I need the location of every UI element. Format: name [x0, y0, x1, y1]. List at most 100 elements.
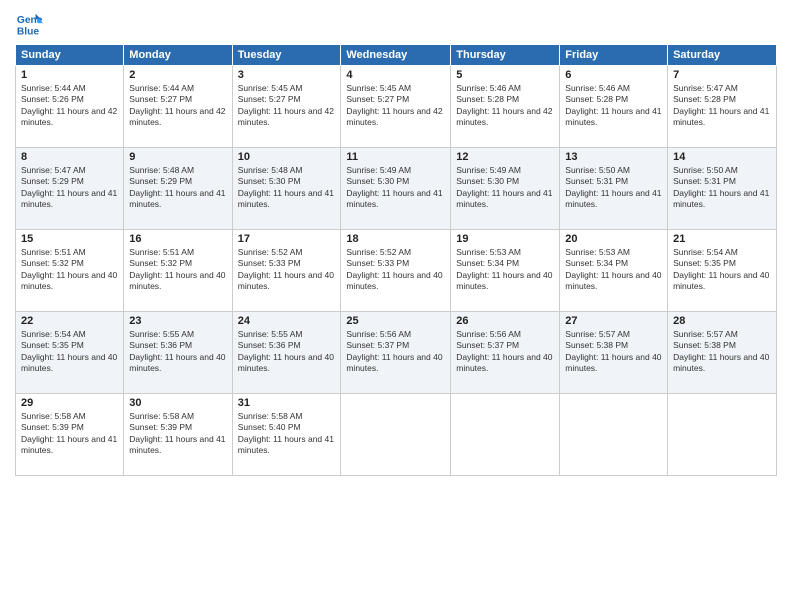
day-number: 21 [673, 233, 771, 245]
day-number: 19 [456, 233, 554, 245]
calendar-cell: 19 Sunrise: 5:53 AM Sunset: 5:34 PM Dayl… [451, 230, 560, 312]
logo-icon: General Blue [15, 10, 43, 38]
calendar-cell: 9 Sunrise: 5:48 AM Sunset: 5:29 PM Dayli… [124, 148, 232, 230]
day-number: 16 [129, 233, 226, 245]
day-info: Sunrise: 5:53 AM Sunset: 5:34 PM Dayligh… [565, 247, 662, 293]
day-info: Sunrise: 5:54 AM Sunset: 5:35 PM Dayligh… [673, 247, 771, 293]
day-info: Sunrise: 5:50 AM Sunset: 5:31 PM Dayligh… [673, 165, 771, 211]
calendar-cell: 1 Sunrise: 5:44 AM Sunset: 5:26 PM Dayli… [16, 66, 124, 148]
calendar-cell: 5 Sunrise: 5:46 AM Sunset: 5:28 PM Dayli… [451, 66, 560, 148]
day-number: 25 [346, 315, 445, 327]
day-info: Sunrise: 5:46 AM Sunset: 5:28 PM Dayligh… [456, 83, 554, 129]
day-number: 10 [238, 151, 336, 163]
calendar-cell: 20 Sunrise: 5:53 AM Sunset: 5:34 PM Dayl… [560, 230, 668, 312]
day-info: Sunrise: 5:53 AM Sunset: 5:34 PM Dayligh… [456, 247, 554, 293]
day-info: Sunrise: 5:55 AM Sunset: 5:36 PM Dayligh… [238, 329, 336, 375]
day-number: 5 [456, 69, 554, 81]
day-number: 31 [238, 397, 336, 409]
calendar-cell [668, 394, 777, 476]
day-info: Sunrise: 5:48 AM Sunset: 5:29 PM Dayligh… [129, 165, 226, 211]
day-number: 29 [21, 397, 118, 409]
day-number: 27 [565, 315, 662, 327]
calendar-cell [341, 394, 451, 476]
day-header-saturday: Saturday [668, 45, 777, 66]
calendar-cell: 12 Sunrise: 5:49 AM Sunset: 5:30 PM Dayl… [451, 148, 560, 230]
day-header-wednesday: Wednesday [341, 45, 451, 66]
calendar: SundayMondayTuesdayWednesdayThursdayFrid… [15, 44, 777, 476]
day-info: Sunrise: 5:58 AM Sunset: 5:39 PM Dayligh… [21, 411, 118, 457]
calendar-cell: 26 Sunrise: 5:56 AM Sunset: 5:37 PM Dayl… [451, 312, 560, 394]
calendar-cell: 14 Sunrise: 5:50 AM Sunset: 5:31 PM Dayl… [668, 148, 777, 230]
day-info: Sunrise: 5:50 AM Sunset: 5:31 PM Dayligh… [565, 165, 662, 211]
calendar-cell: 4 Sunrise: 5:45 AM Sunset: 5:27 PM Dayli… [341, 66, 451, 148]
day-header-friday: Friday [560, 45, 668, 66]
calendar-cell: 6 Sunrise: 5:46 AM Sunset: 5:28 PM Dayli… [560, 66, 668, 148]
calendar-cell: 25 Sunrise: 5:56 AM Sunset: 5:37 PM Dayl… [341, 312, 451, 394]
calendar-cell: 27 Sunrise: 5:57 AM Sunset: 5:38 PM Dayl… [560, 312, 668, 394]
calendar-cell: 2 Sunrise: 5:44 AM Sunset: 5:27 PM Dayli… [124, 66, 232, 148]
day-info: Sunrise: 5:51 AM Sunset: 5:32 PM Dayligh… [129, 247, 226, 293]
day-info: Sunrise: 5:55 AM Sunset: 5:36 PM Dayligh… [129, 329, 226, 375]
calendar-cell: 30 Sunrise: 5:58 AM Sunset: 5:39 PM Dayl… [124, 394, 232, 476]
day-info: Sunrise: 5:49 AM Sunset: 5:30 PM Dayligh… [456, 165, 554, 211]
day-info: Sunrise: 5:52 AM Sunset: 5:33 PM Dayligh… [238, 247, 336, 293]
calendar-cell: 18 Sunrise: 5:52 AM Sunset: 5:33 PM Dayl… [341, 230, 451, 312]
calendar-cell: 13 Sunrise: 5:50 AM Sunset: 5:31 PM Dayl… [560, 148, 668, 230]
calendar-cell: 23 Sunrise: 5:55 AM Sunset: 5:36 PM Dayl… [124, 312, 232, 394]
day-info: Sunrise: 5:58 AM Sunset: 5:39 PM Dayligh… [129, 411, 226, 457]
svg-text:Blue: Blue [17, 26, 40, 37]
calendar-cell: 24 Sunrise: 5:55 AM Sunset: 5:36 PM Dayl… [232, 312, 341, 394]
day-number: 23 [129, 315, 226, 327]
logo: General Blue [15, 10, 47, 38]
day-info: Sunrise: 5:56 AM Sunset: 5:37 PM Dayligh… [456, 329, 554, 375]
day-info: Sunrise: 5:56 AM Sunset: 5:37 PM Dayligh… [346, 329, 445, 375]
day-info: Sunrise: 5:48 AM Sunset: 5:30 PM Dayligh… [238, 165, 336, 211]
day-number: 30 [129, 397, 226, 409]
calendar-cell: 22 Sunrise: 5:54 AM Sunset: 5:35 PM Dayl… [16, 312, 124, 394]
day-number: 15 [21, 233, 118, 245]
day-info: Sunrise: 5:44 AM Sunset: 5:27 PM Dayligh… [129, 83, 226, 129]
day-info: Sunrise: 5:47 AM Sunset: 5:28 PM Dayligh… [673, 83, 771, 129]
day-number: 18 [346, 233, 445, 245]
day-number: 8 [21, 151, 118, 163]
day-number: 14 [673, 151, 771, 163]
calendar-cell: 7 Sunrise: 5:47 AM Sunset: 5:28 PM Dayli… [668, 66, 777, 148]
day-number: 4 [346, 69, 445, 81]
calendar-cell: 21 Sunrise: 5:54 AM Sunset: 5:35 PM Dayl… [668, 230, 777, 312]
calendar-cell: 31 Sunrise: 5:58 AM Sunset: 5:40 PM Dayl… [232, 394, 341, 476]
day-header-thursday: Thursday [451, 45, 560, 66]
day-header-monday: Monday [124, 45, 232, 66]
day-info: Sunrise: 5:52 AM Sunset: 5:33 PM Dayligh… [346, 247, 445, 293]
day-header-sunday: Sunday [16, 45, 124, 66]
calendar-cell: 29 Sunrise: 5:58 AM Sunset: 5:39 PM Dayl… [16, 394, 124, 476]
day-number: 3 [238, 69, 336, 81]
day-info: Sunrise: 5:57 AM Sunset: 5:38 PM Dayligh… [565, 329, 662, 375]
day-number: 20 [565, 233, 662, 245]
day-number: 28 [673, 315, 771, 327]
page-header: General Blue [15, 10, 777, 38]
day-info: Sunrise: 5:47 AM Sunset: 5:29 PM Dayligh… [21, 165, 118, 211]
day-number: 11 [346, 151, 445, 163]
calendar-cell [451, 394, 560, 476]
calendar-cell: 10 Sunrise: 5:48 AM Sunset: 5:30 PM Dayl… [232, 148, 341, 230]
day-number: 22 [21, 315, 118, 327]
calendar-cell: 16 Sunrise: 5:51 AM Sunset: 5:32 PM Dayl… [124, 230, 232, 312]
calendar-cell: 3 Sunrise: 5:45 AM Sunset: 5:27 PM Dayli… [232, 66, 341, 148]
day-info: Sunrise: 5:57 AM Sunset: 5:38 PM Dayligh… [673, 329, 771, 375]
day-number: 26 [456, 315, 554, 327]
calendar-cell: 28 Sunrise: 5:57 AM Sunset: 5:38 PM Dayl… [668, 312, 777, 394]
day-number: 17 [238, 233, 336, 245]
day-number: 12 [456, 151, 554, 163]
day-info: Sunrise: 5:51 AM Sunset: 5:32 PM Dayligh… [21, 247, 118, 293]
day-number: 6 [565, 69, 662, 81]
day-number: 1 [21, 69, 118, 81]
calendar-cell: 15 Sunrise: 5:51 AM Sunset: 5:32 PM Dayl… [16, 230, 124, 312]
day-info: Sunrise: 5:49 AM Sunset: 5:30 PM Dayligh… [346, 165, 445, 211]
day-info: Sunrise: 5:44 AM Sunset: 5:26 PM Dayligh… [21, 83, 118, 129]
day-info: Sunrise: 5:54 AM Sunset: 5:35 PM Dayligh… [21, 329, 118, 375]
day-info: Sunrise: 5:58 AM Sunset: 5:40 PM Dayligh… [238, 411, 336, 457]
day-number: 9 [129, 151, 226, 163]
day-number: 2 [129, 69, 226, 81]
day-number: 13 [565, 151, 662, 163]
calendar-cell: 17 Sunrise: 5:52 AM Sunset: 5:33 PM Dayl… [232, 230, 341, 312]
